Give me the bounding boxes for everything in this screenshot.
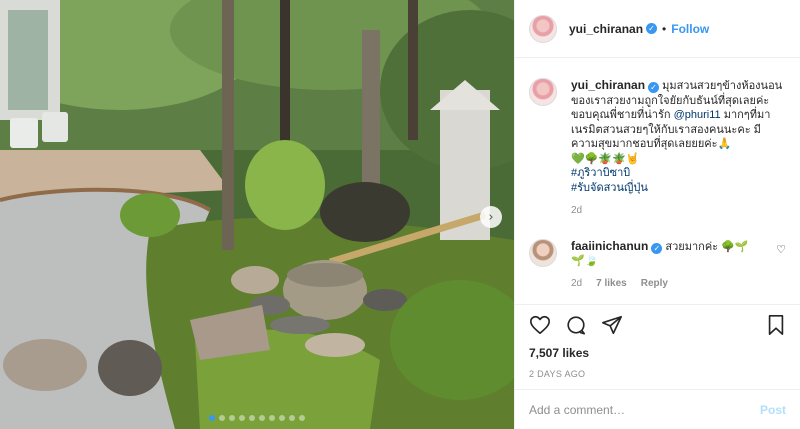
like-heart-icon[interactable]: [529, 314, 551, 336]
comment-likes[interactable]: 7 likes: [596, 277, 627, 292]
hashtag-link[interactable]: #ภูริวาบิซาบิ: [571, 166, 786, 181]
verified-badge-icon: ✓: [646, 23, 658, 34]
caption-text: yui_chiranan ✓ มุมสวนสวยๆข้างห้องนอนของเร…: [571, 78, 786, 152]
post-header: yui_chiranan ✓ • Follow: [515, 0, 800, 58]
carousel-dot: [229, 415, 235, 421]
carousel-dot: [249, 415, 255, 421]
caption-username[interactable]: yui_chiranan: [571, 78, 645, 92]
reply-button[interactable]: Reply: [641, 277, 668, 292]
comment-item: faaiinichanun ✓ สวยมากค่ะ 🌳🌱 🌱🍃 2d 7 like…: [529, 238, 786, 292]
carousel-dot: [269, 415, 275, 421]
carousel-dot: [259, 415, 265, 421]
hashtag-link[interactable]: #รับจัดสวนญี่ปุ่น: [571, 181, 786, 196]
commenter-avatar[interactable]: [529, 238, 557, 267]
comment-meta: 2d 7 likes Reply: [571, 277, 768, 292]
carousel-next-button[interactable]: ›: [480, 206, 502, 228]
post-actions: 7,507 likes 2 DAYS AGO: [515, 304, 800, 379]
add-comment-input[interactable]: [529, 402, 760, 417]
garden-photo-image: [0, 0, 514, 429]
share-send-icon[interactable]: [601, 314, 623, 336]
comment-age: 2d: [571, 277, 583, 289]
verified-badge-icon: ✓: [651, 242, 663, 254]
carousel-dot: [209, 415, 215, 421]
add-comment-bar: Post: [515, 389, 800, 429]
caption: yui_chiranan ✓ มุมสวนสวยๆข้างห้องนอนของเร…: [529, 78, 786, 219]
comment-like-heart-icon[interactable]: ♡: [776, 243, 786, 256]
comment-bubble-icon[interactable]: [565, 314, 587, 336]
caption-age: 2d: [571, 205, 583, 216]
bookmark-icon[interactable]: [766, 314, 786, 336]
verified-badge-icon: ✓: [648, 82, 660, 93]
likes-count[interactable]: 7,507 likes: [529, 346, 786, 360]
carousel-dots: [0, 415, 514, 421]
header-username[interactable]: yui_chiranan: [569, 22, 643, 36]
commenter-username[interactable]: faaiinichanun: [571, 239, 648, 253]
caption-emoji: 💚🌳🪴🪴🤘: [571, 152, 640, 165]
carousel-dot: [239, 415, 245, 421]
carousel-dot: [299, 415, 305, 421]
post-photo[interactable]: ›: [0, 0, 514, 429]
post-sidebar: yui_chiranan ✓ • Follow yui_chiranan ✓ มุ…: [514, 0, 800, 429]
post-comment-button[interactable]: Post: [760, 403, 786, 417]
follow-button[interactable]: Follow: [671, 22, 709, 36]
mention-link[interactable]: @phuri11: [674, 109, 721, 121]
comment-text-line2: 🌱🍃: [571, 255, 599, 267]
carousel-dot: [279, 415, 285, 421]
caption-avatar[interactable]: [529, 78, 557, 106]
carousel-dot: [289, 415, 295, 421]
comments-area: yui_chiranan ✓ มุมสวนสวยๆข้างห้องนอนของเร…: [515, 58, 800, 304]
carousel-dot: [219, 415, 225, 421]
comment-text: สวยมากค่ะ 🌳🌱: [662, 240, 749, 253]
separator-dot: •: [662, 21, 667, 36]
avatar[interactable]: [529, 14, 557, 43]
post-date: 2 DAYS AGO: [529, 369, 586, 379]
